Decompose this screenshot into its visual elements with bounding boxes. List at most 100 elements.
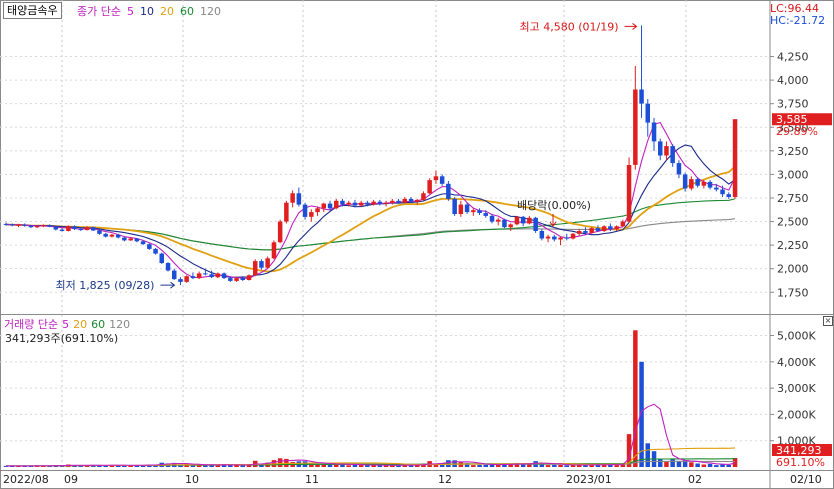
volume-bar <box>645 443 650 467</box>
candle <box>477 210 482 213</box>
volume-tick-label: 4,000K <box>777 356 816 369</box>
volume-bar <box>726 464 731 467</box>
volume-bar <box>477 464 482 467</box>
candle <box>78 229 83 231</box>
candle <box>496 219 501 222</box>
candle <box>196 273 202 279</box>
candle <box>346 202 351 205</box>
candle <box>215 273 221 278</box>
candle <box>570 233 576 239</box>
candle <box>552 236 557 240</box>
candle <box>514 216 520 225</box>
dividend-annotation: 배당락(0.00%) <box>517 199 591 212</box>
price-tick-label: 2,500 <box>777 216 809 229</box>
candle <box>228 278 233 281</box>
last-change-label: 29.89% <box>776 125 818 138</box>
x-tick-label: 02 <box>688 473 702 486</box>
candle <box>720 189 725 195</box>
stock-chart-canvas[interactable]: 4,2504,0003,7503,5003,2503,0002,7502,500… <box>0 0 834 489</box>
volume-bar <box>633 330 638 467</box>
x-tick-label: 12 <box>438 473 452 486</box>
candle <box>16 224 21 226</box>
candle <box>84 227 90 230</box>
chart-window: 4,250 4,000 3,750 3,500 3,250 3,000 2,750 2,500… <box>0 0 834 489</box>
legend-ma5: 5 <box>126 5 134 18</box>
legend-ma60: 60 <box>179 5 194 18</box>
candle <box>601 226 607 231</box>
candle <box>109 234 115 237</box>
volume-tick-label: 2,000K <box>777 408 816 421</box>
candle <box>502 219 507 228</box>
candle <box>408 198 414 202</box>
candle <box>265 258 270 268</box>
candle <box>577 231 582 234</box>
volume-bar <box>658 459 663 467</box>
candle <box>315 208 320 213</box>
volume-bar <box>732 458 738 467</box>
candle <box>533 217 538 231</box>
volume-bar <box>564 465 569 467</box>
candle <box>28 225 34 228</box>
candle <box>190 276 196 279</box>
candle <box>284 202 289 222</box>
candle <box>165 263 171 271</box>
chart-frame <box>0 0 834 489</box>
candle <box>128 238 133 241</box>
candle <box>115 234 121 238</box>
candle <box>134 238 140 242</box>
price-tick-label: 3,750 <box>777 98 809 111</box>
candle <box>520 216 526 224</box>
candle <box>658 141 663 156</box>
candle <box>508 224 513 228</box>
candle <box>327 203 333 209</box>
candle <box>97 230 102 234</box>
candle <box>371 201 376 205</box>
ticker-name[interactable]: 태양금속우 <box>3 2 62 19</box>
candle <box>390 200 395 203</box>
candle <box>402 198 407 203</box>
volume-bar <box>277 458 283 467</box>
candle <box>59 229 65 231</box>
candle <box>421 193 426 200</box>
legend-ma10: 10 <box>139 5 154 18</box>
candle <box>66 226 71 231</box>
candle <box>427 180 432 194</box>
candle <box>639 89 644 104</box>
volume-bar <box>707 463 713 467</box>
candle <box>178 279 183 282</box>
candle <box>645 103 650 123</box>
price-tick-label: 4,000 <box>777 74 809 87</box>
candle <box>365 202 370 205</box>
candle <box>122 237 127 241</box>
candle <box>296 193 302 205</box>
candle <box>3 223 9 225</box>
volume-bar <box>664 461 669 467</box>
candle <box>47 225 52 227</box>
high-annotation: 최고 4,580 (01/19) <box>520 20 619 33</box>
candle <box>103 233 108 237</box>
price-tick-label: 3,250 <box>777 145 809 158</box>
candle <box>240 278 245 280</box>
candle <box>358 202 364 206</box>
candle <box>539 231 545 239</box>
candle <box>271 242 277 259</box>
candle <box>396 200 401 203</box>
close-icon[interactable]: × <box>823 316 833 326</box>
candle <box>352 202 358 206</box>
candle <box>184 276 189 282</box>
volume-tick-label: 3,000K <box>777 382 816 395</box>
candle <box>147 244 152 249</box>
last-volume-ratio: 691.10% <box>776 456 825 469</box>
candle <box>633 89 638 165</box>
volume-tick-label: 5,000K <box>777 330 816 343</box>
candle <box>433 176 439 181</box>
price-legend: 종가 단순 5 10 20 60 120 <box>77 3 227 19</box>
volume-bar <box>352 464 358 467</box>
candle <box>682 174 688 189</box>
x-tick-label: 02/10 <box>790 473 822 486</box>
volume-bar <box>558 464 563 467</box>
candle <box>290 193 295 203</box>
candle <box>446 183 451 199</box>
candle <box>209 274 214 278</box>
candle <box>203 273 208 275</box>
